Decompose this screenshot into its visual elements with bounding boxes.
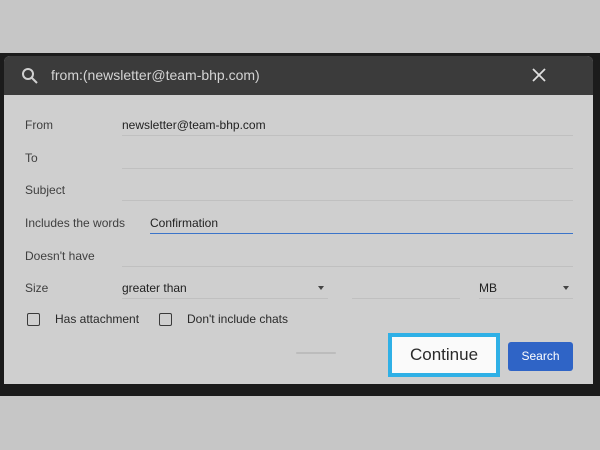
has-attachment-label: Has attachment — [55, 312, 140, 326]
size-label: Size — [25, 281, 49, 295]
size-row: Size greater than MB — [4, 277, 593, 301]
includes-label: Includes the words — [25, 216, 126, 230]
to-row: To — [4, 147, 593, 171]
size-unit-value: MB — [479, 281, 497, 295]
to-field[interactable] — [122, 147, 573, 169]
from-field[interactable]: newsletter@team-bhp.com — [122, 114, 573, 136]
continue-button[interactable]: Continue — [388, 333, 500, 377]
checkbox-icon[interactable] — [159, 313, 172, 326]
to-label: To — [25, 151, 38, 165]
search-button[interactable]: Search — [508, 342, 573, 371]
doesnt-have-row: Doesn't have — [4, 245, 593, 269]
chevron-down-icon — [563, 286, 569, 290]
size-operator-select[interactable]: greater than — [122, 277, 328, 299]
faded-link — [296, 352, 336, 354]
advanced-search-dialog: from:(newsletter@team-bhp.com) From news… — [4, 56, 593, 390]
subject-label: Subject — [25, 183, 66, 197]
search-bar[interactable]: from:(newsletter@team-bhp.com) — [4, 56, 593, 95]
subject-field[interactable] — [122, 179, 573, 201]
search-query[interactable]: from:(newsletter@team-bhp.com) — [51, 67, 260, 83]
search-form: From newsletter@team-bhp.com To Subject … — [4, 95, 593, 390]
includes-field[interactable]: Confirmation — [150, 212, 573, 234]
size-unit-select[interactable]: MB — [479, 277, 573, 299]
subject-row: Subject — [4, 179, 593, 203]
background-bottom-bar — [0, 384, 600, 396]
search-icon — [22, 68, 38, 84]
from-label: From — [25, 118, 53, 132]
doesnt-have-field[interactable] — [122, 245, 573, 267]
from-row: From newsletter@team-bhp.com — [4, 114, 593, 138]
chevron-down-icon — [318, 286, 324, 290]
no-chats-label: Don't include chats — [187, 312, 289, 326]
no-chats-checkbox[interactable]: Don't include chats — [159, 310, 299, 330]
includes-row: Includes the words Confirmation — [4, 212, 593, 236]
doesnt-have-label: Doesn't have — [25, 249, 95, 263]
size-amount-field[interactable] — [352, 277, 460, 299]
has-attachment-checkbox[interactable]: Has attachment — [27, 310, 157, 330]
size-operator-value: greater than — [122, 281, 187, 295]
continue-label: Continue — [409, 345, 479, 364]
checkbox-icon[interactable] — [27, 313, 40, 326]
close-icon[interactable] — [532, 68, 546, 82]
